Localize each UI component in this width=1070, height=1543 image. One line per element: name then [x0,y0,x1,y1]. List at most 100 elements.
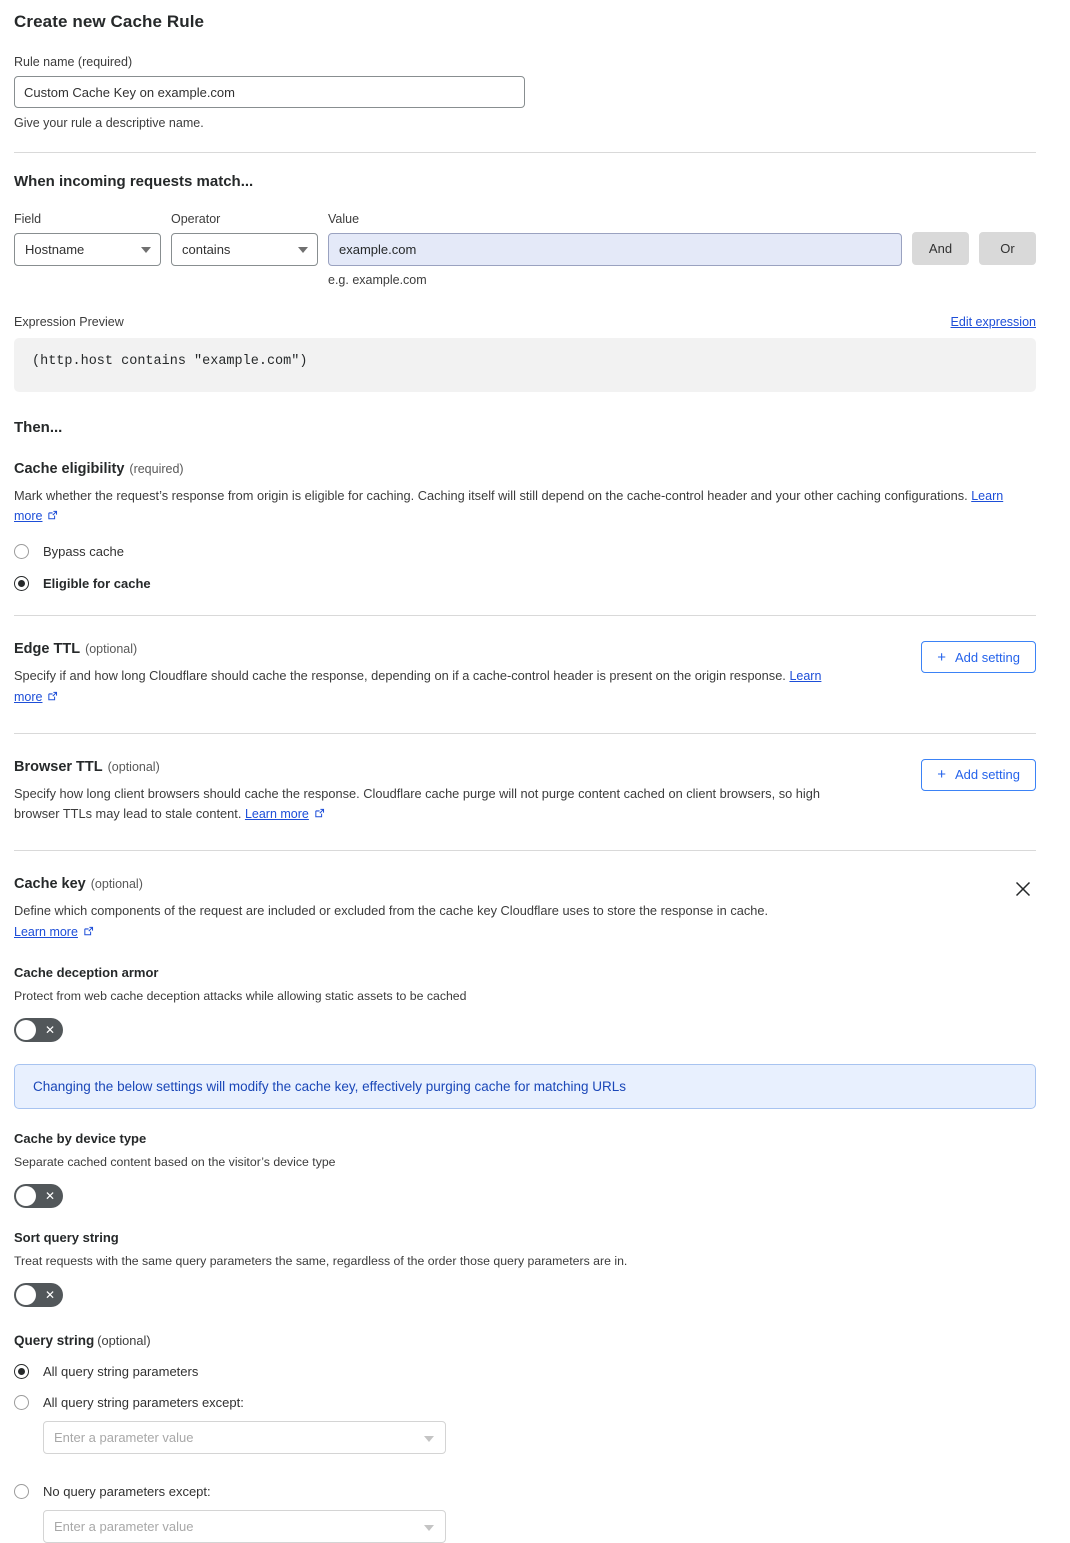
all-except-parameter-placeholder: Enter a parameter value [54,1430,193,1445]
radio-eligible-for-cache[interactable] [14,576,29,591]
deception-armor-title: Cache deception armor [14,965,1036,980]
edge-ttl-add-setting-button[interactable]: + Add setting [921,641,1036,673]
or-button[interactable]: Or [979,232,1036,265]
toggle-knob [16,1285,36,1305]
device-type-toggle[interactable]: ✕ [14,1184,63,1208]
query-string-option-all[interactable]: All query string parameters [14,1364,1036,1379]
cache-key-optional: (optional) [91,877,143,891]
cache-eligibility-required: (required) [129,462,183,476]
close-icon [1015,881,1031,897]
radio-all-query-parameters[interactable] [14,1364,29,1379]
value-column: Value e.g. example.com [328,211,902,287]
operator-select-value: contains [182,242,230,257]
plus-icon: + [937,767,946,782]
external-link-icon [83,926,94,937]
edge-ttl-section: Edge TTL(optional) Specify if and how lo… [14,641,1036,707]
expression-preview-box: (http.host contains "example.com") [14,338,1036,392]
cache-eligibility-title: Cache eligibility (required) [14,461,1036,477]
query-string-option-label: All query string parameters [43,1364,198,1379]
edge-ttl-title-text: Edge TTL [14,641,80,657]
expression-preview-label: Expression Preview [14,315,124,329]
cache-key-description-text: Define which components of the request a… [14,903,768,918]
none-except-parameter-select[interactable]: Enter a parameter value [43,1510,446,1543]
cache-key-title-text: Cache key [14,876,86,892]
query-string-option-label: All query string parameters except: [43,1395,244,1410]
cache-key-remove-button[interactable] [1010,876,1036,902]
or-button-wrap: Or [979,211,1036,265]
device-type-description: Separate cached content based on the vis… [14,1154,1036,1171]
deception-armor-toggle[interactable]: ✕ [14,1018,63,1042]
none-except-parameter-placeholder: Enter a parameter value [54,1519,193,1534]
and-button[interactable]: And [912,232,969,265]
value-input[interactable] [328,233,902,266]
cache-key-learn-more-link[interactable]: Learn more [14,925,78,939]
edge-ttl-header: Edge TTL(optional) Specify if and how lo… [14,641,1036,707]
rule-name-label: Rule name (required) [14,54,1036,70]
toggle-knob [16,1186,36,1206]
external-link-icon [314,808,325,819]
cache-eligibility-description-text: Mark whether the request’s response from… [14,488,968,503]
cache-key-notice: Changing the below settings will modify … [14,1064,1036,1109]
toggle-off-icon: ✕ [45,1024,55,1036]
edge-ttl-text: Edge TTL(optional) Specify if and how lo… [14,641,921,707]
query-string-option-none-except[interactable]: No query parameters except: [14,1484,1036,1499]
field-select-value: Hostname [25,242,84,257]
divider [14,850,1036,851]
edge-ttl-description-text: Specify if and how long Cloudflare shoul… [14,668,786,683]
expression-preview-header: Expression Preview Edit expression [14,315,1036,329]
cache-eligibility-section: Cache eligibility (required) Mark whether… [14,461,1036,591]
match-row: Field Hostname Operator contains Value e… [14,211,1036,287]
toggle-off-icon: ✕ [45,1190,55,1202]
field-column: Field Hostname [14,211,161,266]
rule-name-group: Rule name (required) Give your rule a de… [14,54,1036,132]
cache-rule-form: Create new Cache Rule Rule name (require… [0,0,1070,1543]
radio-bypass-cache[interactable] [14,544,29,559]
chevron-down-icon [141,247,151,253]
value-hint: e.g. example.com [328,273,902,287]
operator-select[interactable]: contains [171,233,318,266]
field-select[interactable]: Hostname [14,233,161,266]
rule-name-input[interactable] [14,76,525,108]
device-type-title: Cache by device type [14,1131,1036,1146]
operator-column: Operator contains [171,211,318,266]
deception-armor-description: Protect from web cache deception attacks… [14,988,1036,1005]
eligibility-option-label: Eligible for cache [43,576,151,591]
cache-key-title: Cache key (optional) [14,876,1010,892]
cache-key-header: Cache key (optional) Define which compone… [14,876,1036,942]
and-button-wrap: And [912,211,969,265]
field-label: Field [14,211,161,227]
cache-eligibility-description: Mark whether the request’s response from… [14,486,1014,527]
browser-ttl-description: Specify how long client browsers should … [14,784,844,825]
external-link-icon [47,691,58,702]
browser-ttl-text: Browser TTL(optional) Specify how long c… [14,759,921,825]
query-string-optional: (optional) [97,1333,150,1348]
eligibility-option-label: Bypass cache [43,544,124,559]
all-except-parameter-select[interactable]: Enter a parameter value [43,1421,446,1454]
sort-query-string-description: Treat requests with the same query param… [14,1253,1036,1270]
query-string-option-all-except[interactable]: All query string parameters except: [14,1395,1036,1410]
edge-ttl-description: Specify if and how long Cloudflare shoul… [14,666,844,707]
cache-eligibility-title-text: Cache eligibility [14,461,124,477]
browser-ttl-add-setting-label: Add setting [955,767,1020,782]
edit-expression-link[interactable]: Edit expression [951,315,1036,329]
eligibility-option-eligible[interactable]: Eligible for cache [14,576,1036,591]
chevron-down-icon [424,1525,434,1531]
external-link-icon [47,510,58,521]
cache-key-description: Define which components of the request a… [14,901,1010,942]
query-string-option-label: No query parameters except: [43,1484,211,1499]
cache-key-text: Cache key (optional) Define which compone… [14,876,1010,942]
eligibility-option-bypass[interactable]: Bypass cache [14,544,1036,559]
cache-key-section: Cache key (optional) Define which compone… [14,876,1036,1543]
sort-query-string-toggle[interactable]: ✕ [14,1283,63,1307]
query-string-title-text: Query string [14,1333,94,1348]
radio-all-query-parameters-except[interactable] [14,1395,29,1410]
radio-no-query-parameters-except[interactable] [14,1484,29,1499]
query-string-title: Query string(optional) [14,1333,1036,1348]
divider [14,733,1036,734]
browser-ttl-add-setting-button[interactable]: + Add setting [921,759,1036,791]
then-heading: Then... [14,419,1036,436]
browser-ttl-learn-more-link[interactable]: Learn more [245,807,309,821]
browser-ttl-description-text: Specify how long client browsers should … [14,786,820,822]
browser-ttl-header: Browser TTL(optional) Specify how long c… [14,759,1036,825]
toggle-knob [16,1020,36,1040]
